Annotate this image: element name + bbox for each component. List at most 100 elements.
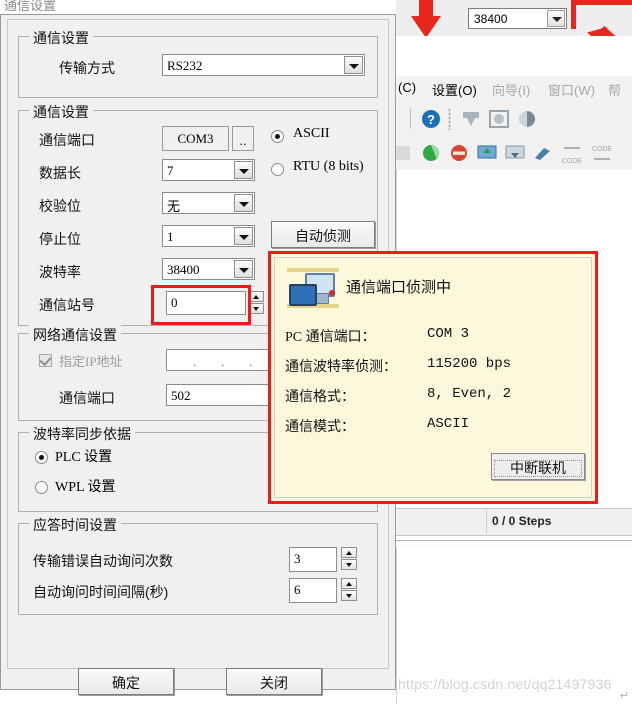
partial-tool-icon[interactable]	[396, 142, 414, 164]
simulation-icon[interactable]	[488, 108, 510, 130]
detect-row-key: 通信波特率侦测：	[285, 360, 397, 375]
close-button-label: 关闭	[260, 675, 288, 691]
group-transfer-legend: 通信设置	[29, 28, 93, 48]
retry-count-input[interactable]: 3	[289, 547, 337, 572]
chevron-down-icon[interactable]	[234, 161, 253, 179]
svg-text:?: ?	[427, 112, 435, 127]
detect-row-key: 通信模式：	[285, 420, 355, 435]
mode-ascii-radio[interactable]	[271, 130, 284, 143]
transfer-mode-combobox[interactable]: RS232	[162, 54, 365, 76]
transfer-mode-value: RS232	[167, 58, 203, 73]
stepper-down-icon[interactable]	[341, 559, 357, 570]
watermark-text: https://blog.csdn.net/qq21497936	[398, 676, 612, 692]
stop-bits-value: 1	[167, 229, 174, 244]
network-port-value: 502	[171, 388, 191, 403]
code-reverse-icon[interactable]: CODE	[590, 142, 612, 164]
stop-bits-combobox[interactable]: 1	[162, 225, 255, 247]
menu-item-wizard[interactable]: 向导(I)	[492, 80, 530, 99]
detect-row-key: 通信格式：	[285, 390, 355, 405]
chevron-down-icon[interactable]	[344, 56, 363, 74]
mode-ascii-label: ASCII	[293, 126, 330, 141]
comm-port-button[interactable]: COM3	[162, 126, 229, 151]
help-icon[interactable]: ?	[420, 108, 442, 130]
wireless-link-icon[interactable]	[532, 142, 554, 164]
detect-row-key: PC 通信端口：	[285, 330, 376, 345]
specify-ip-checkbox[interactable]	[39, 354, 52, 367]
baud-sync-plc-radio[interactable]	[35, 451, 48, 464]
stepper-down-icon[interactable]	[341, 590, 357, 601]
baud-sync-plc-label: PLC 设置	[55, 450, 113, 465]
bg-baudrate-value: 38400	[474, 12, 508, 26]
group-transfer-settings: 通信设置 传输方式 RS232	[18, 28, 378, 98]
specify-ip-label: 指定IP地址	[59, 354, 123, 369]
bg-menu-bar: (C) 设置(O) 向导(I) 窗口(W) 帮	[396, 76, 632, 103]
chevron-down-icon[interactable]	[234, 260, 253, 278]
bg-status-bar: 0 / 0 Steps	[396, 508, 632, 536]
bg-blank-strip	[396, 36, 632, 76]
highlight-station-number	[151, 285, 251, 325]
ip-separator: .	[193, 355, 197, 369]
network-port-input[interactable]: 502	[166, 384, 276, 406]
chevron-down-icon[interactable]	[234, 227, 253, 245]
auto-detect-button[interactable]: 自动侦测	[271, 221, 375, 248]
data-bits-value: 7	[167, 163, 174, 178]
stop-bits-label: 停止位	[39, 231, 81, 247]
parity-label: 校验位	[39, 198, 81, 214]
parity-value: 无	[167, 199, 181, 214]
baudrate-value: 38400	[167, 262, 200, 277]
baudrate-combobox[interactable]: 38400	[162, 258, 255, 280]
menu-item-help[interactable]: 帮	[608, 80, 621, 99]
parity-combobox[interactable]: 无	[162, 192, 255, 214]
abort-connection-button[interactable]: 中断联机	[491, 453, 585, 480]
svg-text:CODE: CODE	[592, 146, 613, 153]
svg-text:CODE: CODE	[562, 158, 583, 165]
menu-item-settings[interactable]: 设置(O)	[432, 80, 477, 99]
port-detection-dialog: 通信端口侦测中 PC 通信端口： COM 3 通信波特率侦测： 115200 b…	[268, 251, 598, 504]
ok-button-label: 确定	[112, 675, 140, 691]
close-button[interactable]: 关闭	[226, 668, 322, 695]
data-bits-combobox[interactable]: 7	[162, 159, 255, 181]
ip-address-input[interactable]: . . .	[166, 349, 276, 371]
comm-port-browse-button[interactable]: ..	[232, 126, 254, 151]
network-port-label: 通信端口	[59, 390, 115, 406]
run-stop-icon[interactable]	[516, 108, 538, 130]
detect-row-value: 115200 bps	[427, 356, 512, 372]
download-to-plc-icon[interactable]	[460, 108, 482, 130]
bg-toolbar-row-2: ? 1	[396, 102, 632, 231]
poll-interval-stepper[interactable]	[341, 578, 358, 602]
retry-count-stepper[interactable]	[341, 547, 358, 571]
comm-port-label: 通信端口	[39, 132, 95, 148]
monitor-stop-icon[interactable]	[448, 142, 470, 164]
stepper-up-icon[interactable]	[341, 547, 357, 558]
toolbar-separator	[410, 108, 411, 129]
menu-item-c[interactable]: (C)	[398, 80, 416, 95]
detection-title: 通信端口侦测中	[346, 279, 452, 296]
mode-rtu-radio[interactable]	[271, 163, 284, 176]
chevron-down-icon[interactable]	[234, 194, 253, 212]
poll-interval-label: 自动询问时间间隔(秒)	[33, 584, 169, 600]
bg-toolbar-row-3: CODE CODE	[396, 136, 632, 171]
group-response-time: 应答时间设置 传输错误自动询问次数 3 自动询问时间间隔(秒) 6	[18, 515, 378, 615]
monitor-start-icon[interactable]	[420, 142, 442, 164]
comm-port-value: COM3	[177, 131, 214, 146]
upload-from-plc-icon[interactable]	[476, 142, 498, 164]
focus-outline	[494, 460, 582, 477]
bg-baudrate-combobox[interactable]: 38400	[468, 8, 567, 29]
code-convert-icon[interactable]: CODE	[560, 142, 583, 165]
menu-item-window[interactable]: 窗口(W)	[548, 80, 595, 99]
toolbar-grip	[448, 108, 451, 130]
port-detection-body: 通信端口侦测中 PC 通信端口： COM 3 通信波特率侦测： 115200 b…	[274, 257, 592, 498]
download-from-pc-icon[interactable]	[504, 142, 526, 164]
chevron-down-icon[interactable]	[547, 10, 565, 27]
retry-count-label: 传输错误自动询问次数	[33, 553, 173, 569]
poll-interval-input[interactable]: 6	[289, 578, 337, 603]
detect-row-value: ASCII	[427, 416, 470, 432]
baud-sync-wpl-radio[interactable]	[35, 481, 48, 494]
detect-row-value: COM 3	[427, 326, 470, 342]
retry-count-value: 3	[294, 551, 301, 566]
baud-sync-wpl-label: WPL 设置	[55, 480, 116, 495]
computer-link-icon	[287, 268, 339, 308]
ok-button[interactable]: 确定	[78, 668, 174, 695]
stepper-up-icon[interactable]	[341, 578, 357, 589]
bg-top-toolbar: 38400	[396, 0, 632, 49]
